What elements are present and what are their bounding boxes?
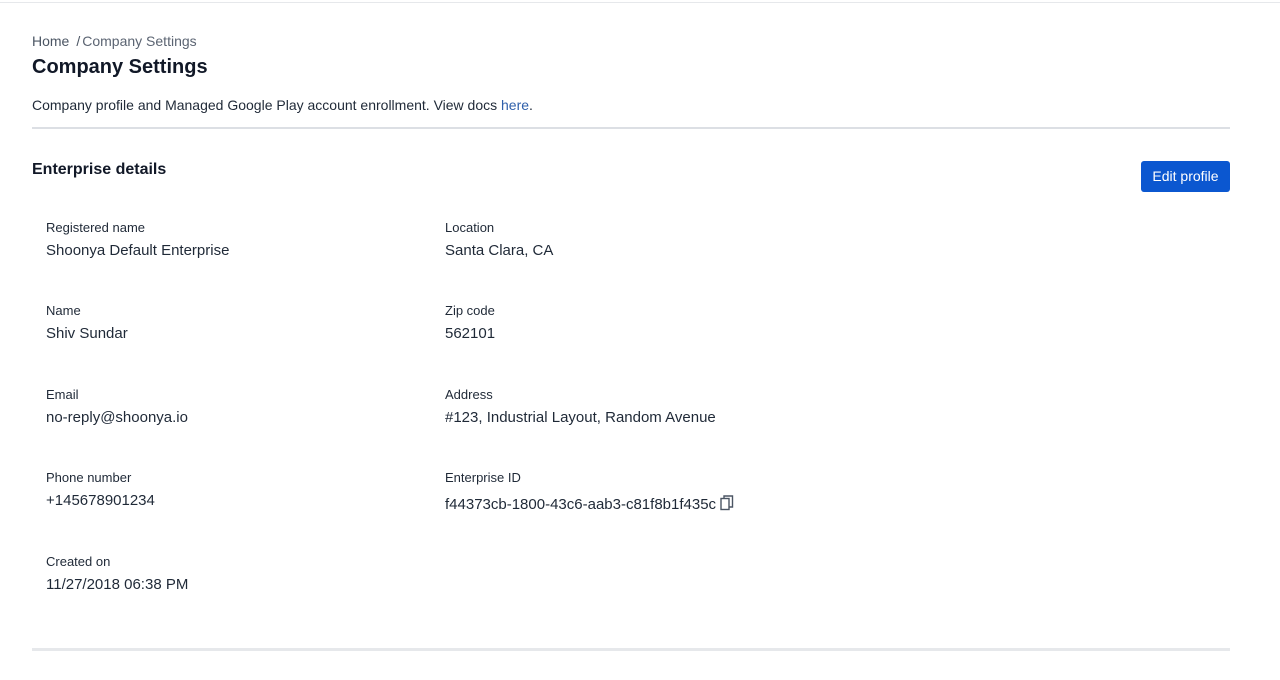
section-title: Enterprise details xyxy=(32,161,167,178)
field-label: Phone number xyxy=(46,470,132,485)
section-divider xyxy=(32,648,1230,651)
field-zip-code: Zip code 562101 xyxy=(445,303,495,342)
copy-icon[interactable] xyxy=(720,495,734,511)
field-value: Shiv Sundar xyxy=(46,325,128,342)
field-label: Email xyxy=(46,387,79,402)
field-value: +145678901234 xyxy=(46,492,155,509)
field-value: #123, Industrial Layout, Random Avenue xyxy=(445,409,716,426)
docs-link[interactable]: here xyxy=(501,97,529,113)
field-label: Zip code xyxy=(445,303,495,318)
breadcrumb-separator: / xyxy=(76,33,81,49)
field-label: Created on xyxy=(46,554,111,569)
field-created-on: Created on 11/27/2018 06:38 PM xyxy=(46,554,188,593)
field-enterprise-id: Enterprise ID f44373cb-1800-43c6-aab3-c8… xyxy=(445,470,734,514)
field-label: Enterprise ID xyxy=(445,470,521,485)
breadcrumb: Home / Company Settings xyxy=(32,33,197,49)
field-address: Address #123, Industrial Layout, Random … xyxy=(445,387,716,426)
field-email: Email no-reply@shoonya.io xyxy=(46,387,188,426)
field-value: no-reply@shoonya.io xyxy=(46,409,188,426)
breadcrumb-current: Company Settings xyxy=(82,33,197,49)
field-phone-number: Phone number +145678901234 xyxy=(46,470,155,509)
field-value: 562101 xyxy=(445,325,496,342)
description-text: Company profile and Managed Google Play … xyxy=(32,97,502,113)
field-registered-name: Registered name Shoonya Default Enterpri… xyxy=(46,220,229,259)
page-title: Company Settings xyxy=(32,56,208,78)
description-suffix: . xyxy=(529,97,533,113)
field-value: Shoonya Default Enterprise xyxy=(46,242,230,259)
enterprise-id-row: f44373cb-1800-43c6-aab3-c81f8b1f435c xyxy=(445,488,734,513)
field-label: Registered name xyxy=(46,220,145,235)
field-label: Location xyxy=(445,220,495,235)
field-label: Address xyxy=(445,387,493,402)
breadcrumb-home[interactable]: Home xyxy=(32,33,69,49)
field-location: Location Santa Clara, CA xyxy=(445,220,553,259)
page-description: Company profile and Managed Google Play … xyxy=(32,97,533,113)
field-value: Santa Clara, CA xyxy=(445,242,554,259)
edit-profile-button[interactable]: Edit profile xyxy=(1141,161,1230,192)
field-value: 11/27/2018 06:38 PM xyxy=(46,576,189,593)
field-name: Name Shiv Sundar xyxy=(46,303,128,342)
field-value: f44373cb-1800-43c6-aab3-c81f8b1f435c xyxy=(445,496,717,513)
header-divider xyxy=(32,127,1230,129)
top-divider xyxy=(0,2,1280,3)
field-label: Name xyxy=(46,303,81,318)
